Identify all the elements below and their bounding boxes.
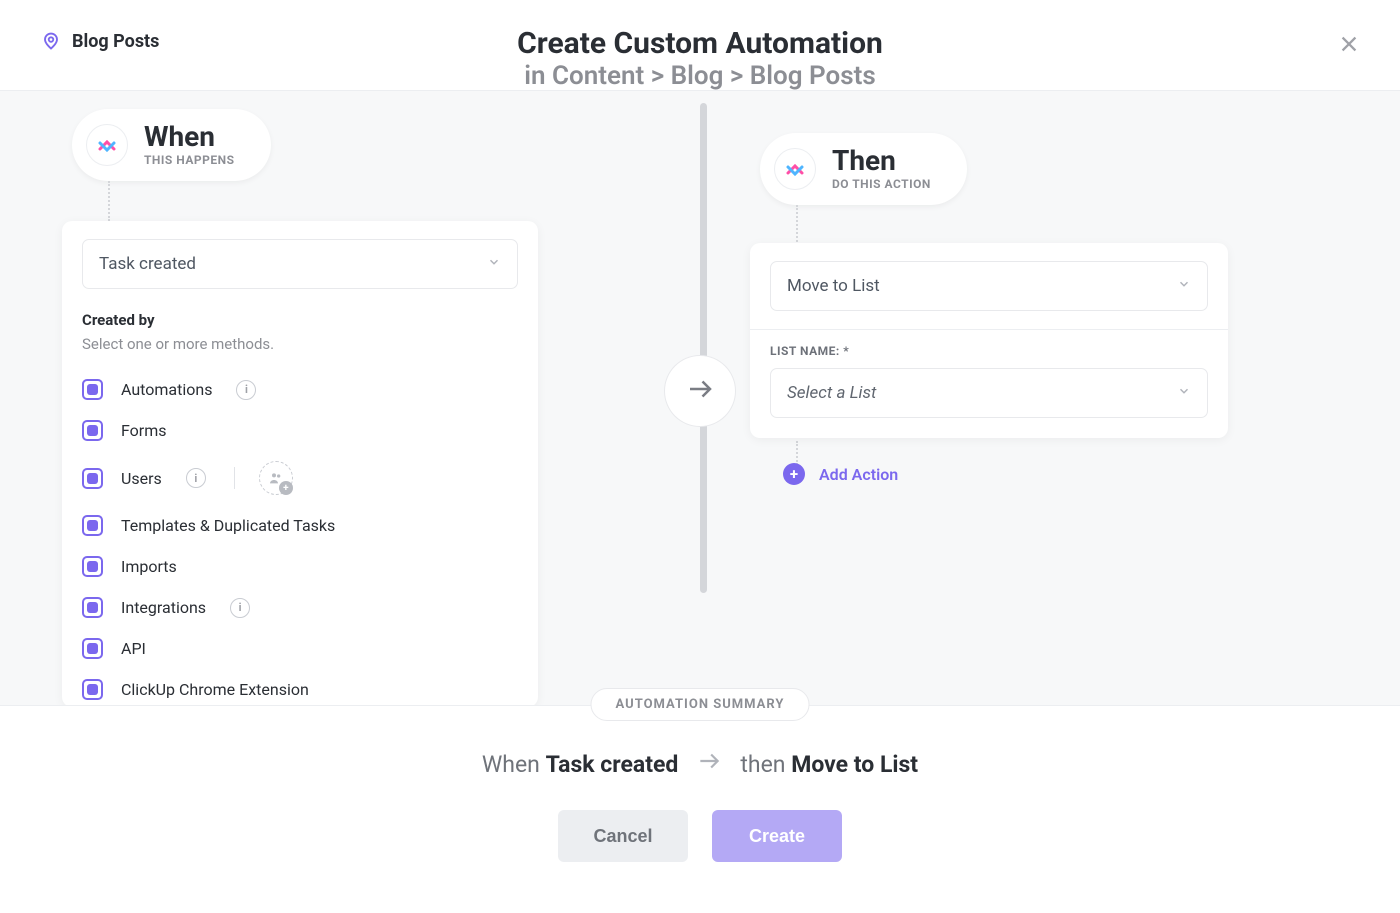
when-pill: When THIS HAPPENS xyxy=(72,109,271,181)
when-pill-title: When xyxy=(144,123,235,151)
created-by-sub: Select one or more methods. xyxy=(82,335,518,353)
then-card: Move to List LIST NAME: * Select a List xyxy=(750,243,1228,438)
create-button[interactable]: Create xyxy=(712,810,842,862)
method-checkbox[interactable] xyxy=(82,556,103,577)
breadcrumb[interactable]: Blog Posts xyxy=(40,30,159,52)
summary-line: When Task created then Move to List xyxy=(0,748,1400,780)
add-action-button[interactable]: + Add Action xyxy=(783,463,898,485)
add-people-icon[interactable]: + xyxy=(259,461,293,495)
workspace: When THIS HAPPENS Then DO THIS ACTION Ta… xyxy=(0,90,1400,705)
when-pill-sub: THIS HAPPENS xyxy=(144,153,235,167)
summary-pill: AUTOMATION SUMMARY xyxy=(591,688,810,721)
chevron-down-icon xyxy=(1177,383,1191,403)
info-icon[interactable]: i xyxy=(236,380,256,400)
list-select-placeholder: Select a List xyxy=(787,383,876,403)
chevron-down-icon xyxy=(1177,276,1191,296)
action-select[interactable]: Move to List xyxy=(770,261,1208,311)
center-divider xyxy=(700,103,707,593)
then-connector-2 xyxy=(796,441,798,465)
divider xyxy=(234,467,235,489)
header: Blog Posts Create Custom Automation in C… xyxy=(0,0,1400,90)
method-row: Automations i xyxy=(82,369,518,410)
method-checkbox[interactable] xyxy=(82,379,103,400)
location-pin-icon xyxy=(40,30,62,52)
plus-circle-icon: + xyxy=(783,463,805,485)
method-checkbox[interactable] xyxy=(82,515,103,536)
info-icon[interactable]: i xyxy=(230,598,250,618)
method-row: Templates & Duplicated Tasks xyxy=(82,505,518,546)
when-card: Task created Created by Select one or mo… xyxy=(62,221,538,707)
action-select-value: Move to List xyxy=(787,276,880,296)
method-row: API xyxy=(82,628,518,669)
method-row: Imports xyxy=(82,546,518,587)
footer: AUTOMATION SUMMARY When Task created the… xyxy=(0,705,1400,913)
method-checkbox[interactable] xyxy=(82,420,103,441)
then-pill-sub: DO THIS ACTION xyxy=(832,177,931,191)
list-select[interactable]: Select a List xyxy=(770,368,1208,418)
method-label: Templates & Duplicated Tasks xyxy=(121,516,335,535)
method-label: API xyxy=(121,639,146,658)
trigger-select-value: Task created xyxy=(99,254,196,274)
page-title: Create Custom Automation xyxy=(0,26,1400,61)
clickup-logo-icon xyxy=(774,148,816,190)
then-connector xyxy=(796,205,798,245)
method-label: Integrations xyxy=(121,598,206,617)
method-label: ClickUp Chrome Extension xyxy=(121,680,309,699)
then-pill-title: Then xyxy=(832,147,931,175)
clickup-logo-icon xyxy=(86,124,128,166)
add-action-label: Add Action xyxy=(819,465,898,484)
list-name-label: LIST NAME: * xyxy=(770,344,1208,358)
method-checkbox[interactable] xyxy=(82,638,103,659)
method-row: Integrations i xyxy=(82,587,518,628)
method-label: Imports xyxy=(121,557,177,576)
method-checkbox[interactable] xyxy=(82,679,103,700)
info-icon[interactable]: i xyxy=(186,468,206,488)
breadcrumb-label: Blog Posts xyxy=(72,31,159,52)
when-connector xyxy=(108,181,110,221)
method-label: Forms xyxy=(121,421,167,440)
cancel-button[interactable]: Cancel xyxy=(558,810,688,862)
method-list: Automations i Forms Users i + Templates & Dupl… xyxy=(82,369,518,707)
method-label: Automations xyxy=(121,380,212,399)
method-checkbox[interactable] xyxy=(82,468,103,489)
method-label: Users xyxy=(121,469,162,488)
trigger-select[interactable]: Task created xyxy=(82,239,518,289)
method-row: Forms xyxy=(82,410,518,451)
method-row: ClickUp Chrome Extension xyxy=(82,669,518,707)
method-checkbox[interactable] xyxy=(82,597,103,618)
arrow-right-icon xyxy=(685,374,715,408)
created-by-label: Created by xyxy=(82,311,518,329)
page-path: in Content > Blog > Blog Posts xyxy=(0,61,1400,91)
method-row: Users i + xyxy=(82,451,518,505)
chevron-down-icon xyxy=(487,254,501,274)
arrow-right-icon xyxy=(696,748,722,780)
close-button[interactable] xyxy=(1332,28,1366,62)
flow-arrow xyxy=(665,356,735,426)
then-pill: Then DO THIS ACTION xyxy=(760,133,967,205)
close-icon xyxy=(1338,33,1360,58)
